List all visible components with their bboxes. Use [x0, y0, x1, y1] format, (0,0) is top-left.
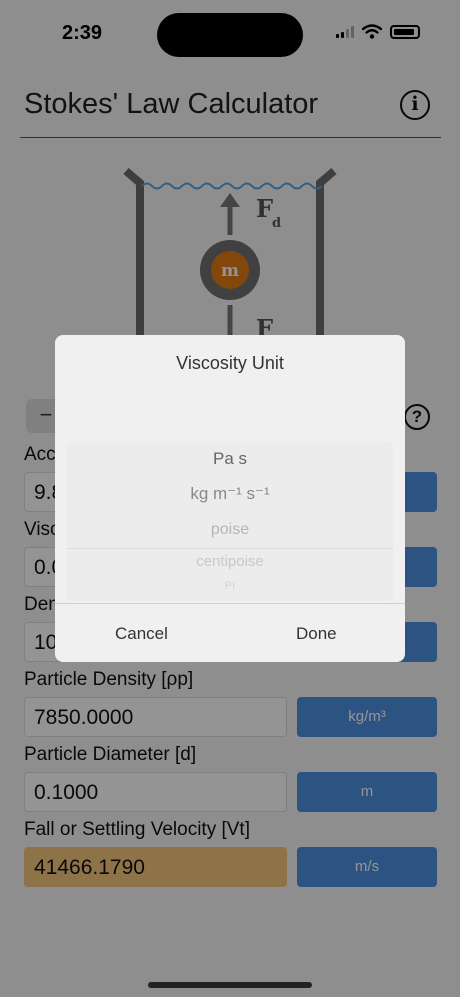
dialog-title: Viscosity Unit	[176, 353, 284, 373]
picker-divider	[67, 548, 393, 549]
dialog-divider	[55, 603, 405, 604]
picker-option[interactable]: PI	[67, 580, 393, 592]
picker-option[interactable]: centipoise	[67, 553, 393, 570]
done-button[interactable]: Done	[296, 624, 337, 644]
home-indicator[interactable]	[148, 982, 312, 988]
unit-picker[interactable]: Pa s kg m⁻¹ s⁻¹ poise centipoise PI	[67, 441, 393, 601]
picker-option[interactable]: Pa s	[67, 449, 393, 469]
cancel-button[interactable]: Cancel	[115, 624, 168, 644]
viscosity-unit-dialog: Viscosity Unit Pa s kg m⁻¹ s⁻¹ poise cen…	[55, 335, 405, 662]
picker-option[interactable]: kg m⁻¹ s⁻¹	[67, 484, 393, 504]
picker-option[interactable]: poise	[67, 521, 393, 539]
